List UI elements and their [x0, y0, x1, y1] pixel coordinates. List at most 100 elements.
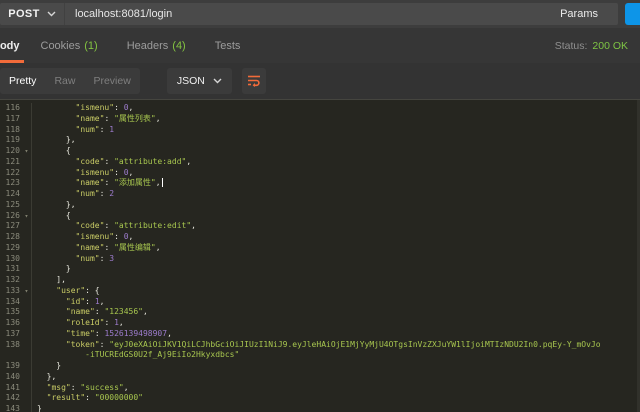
fold-gutter — [22, 221, 31, 232]
token-ws — [37, 329, 66, 338]
code-line: 123 "name": "添加属性", — [0, 178, 640, 189]
tab-raw[interactable]: Raw — [45, 68, 84, 94]
token-ws — [37, 243, 76, 252]
token-key: "name" — [66, 307, 95, 316]
token-pun: }, — [47, 372, 57, 381]
code-line: 128 "ismenu": 0, — [0, 232, 640, 243]
line-number: 139 — [0, 361, 22, 372]
params-button[interactable]: Params — [540, 8, 618, 20]
token-pun: ], — [56, 275, 66, 284]
token-ws — [37, 275, 56, 284]
line-number: 126 — [0, 211, 22, 222]
token-pun: , — [167, 329, 172, 338]
fold-gutter — [22, 157, 31, 168]
url-input[interactable]: localhost:8081/login — [65, 8, 540, 20]
code-line: 139 } — [0, 361, 640, 372]
fold-gutter — [22, 329, 31, 340]
fold-gutter — [22, 318, 31, 329]
text-cursor — [162, 178, 163, 187]
tab-cookies[interactable]: Cookies (1) — [41, 28, 98, 63]
token-key: "name" — [76, 114, 105, 123]
language-label: JSON — [177, 75, 205, 87]
token-pun: : — [95, 329, 105, 338]
fold-gutter — [22, 189, 31, 200]
language-select[interactable]: JSON — [167, 68, 232, 94]
fold-gutter — [22, 114, 31, 125]
fold-gutter — [22, 125, 31, 136]
code-line: 125 }, — [0, 200, 640, 211]
token-ws — [37, 264, 66, 273]
token-key: "id" — [66, 297, 85, 306]
line-number: 136 — [0, 318, 22, 329]
token-str: "00000000" — [95, 393, 143, 402]
token-key: "msg" — [47, 383, 71, 392]
code-line: -iTUCREdGS0U2f_Aj9EiIo2Hkyxdbcs" — [0, 350, 640, 361]
fold-toggle-icon[interactable]: ▾ — [22, 146, 31, 157]
method-select[interactable]: POST — [0, 3, 65, 25]
line-number: 140 — [0, 372, 22, 383]
fold-gutter — [22, 393, 31, 404]
body-view-bar: Pretty Raw Preview JSON — [0, 63, 640, 99]
token-key: "user" — [56, 286, 85, 295]
line-number: 142 — [0, 393, 22, 404]
line-number: 117 — [0, 114, 22, 125]
code-line: 118 "num": 1 — [0, 125, 640, 136]
token-ws — [37, 350, 85, 359]
token-pun: : — [114, 168, 124, 177]
token-pun: , — [186, 157, 191, 166]
token-key: "name" — [76, 178, 105, 187]
token-ws — [37, 114, 76, 123]
chevron-down-icon — [47, 11, 56, 17]
tab-headers[interactable]: Headers (4) — [127, 28, 186, 63]
wrap-lines-button[interactable] — [242, 68, 266, 94]
code-text: "result": "00000000" — [31, 393, 640, 404]
token-pun: , — [143, 307, 148, 316]
postman-window: POST localhost:8081/login Params Body Co… — [0, 0, 640, 412]
code-text: "token": "eyJ0eXAiOiJKV1QiLCJhbGciOiJIUz… — [31, 340, 640, 351]
code-line: 119 }, — [0, 135, 640, 146]
line-number: 135 — [0, 307, 22, 318]
token-num: 2 — [109, 189, 114, 198]
code-text: "ismenu": 0, — [31, 103, 640, 114]
token-ws — [37, 221, 76, 230]
send-button[interactable] — [625, 3, 640, 25]
tab-body[interactable]: Body — [0, 28, 20, 63]
code-editor[interactable]: 116 "ismenu": 0,117 "name": "属性列表",118 "… — [0, 99, 640, 412]
tab-preview[interactable]: Preview — [84, 68, 139, 94]
fold-gutter — [22, 178, 31, 189]
fold-gutter — [22, 264, 31, 275]
token-pun: : { — [85, 286, 99, 295]
headers-count-badge: (4) — [172, 40, 185, 52]
token-ws — [37, 318, 66, 327]
token-pun: } — [37, 404, 42, 412]
token-ws — [37, 254, 76, 263]
token-str: "属性列表" — [114, 114, 156, 123]
token-pun: : — [71, 383, 81, 392]
token-str: -iTUCREdGS0U2f_Aj9EiIo2Hkyxdbcs" — [85, 350, 239, 359]
token-pun: , — [129, 232, 134, 241]
code-line: 142 "result": "00000000" — [0, 393, 640, 404]
token-pun: , — [124, 383, 129, 392]
code-text: ], — [31, 275, 640, 286]
line-number: 121 — [0, 157, 22, 168]
status-value: 200 OK — [592, 40, 628, 52]
token-key: "time" — [66, 329, 95, 338]
fold-toggle-icon[interactable]: ▾ — [22, 211, 31, 222]
fold-gutter — [22, 372, 31, 383]
code-line: 140 }, — [0, 372, 640, 383]
token-pun: , — [156, 178, 161, 187]
token-ws — [37, 393, 47, 402]
line-number: 141 — [0, 383, 22, 394]
code-line: 129 "name": "属性编辑", — [0, 243, 640, 254]
tab-tests[interactable]: Tests — [215, 28, 241, 63]
token-key: "code" — [76, 157, 105, 166]
token-num: 1526139498907 — [104, 329, 167, 338]
tab-pretty[interactable]: Pretty — [0, 68, 45, 94]
code-text: "num": 1 — [31, 125, 640, 136]
fold-gutter — [22, 200, 31, 211]
token-key: "num" — [76, 189, 100, 198]
fold-gutter — [22, 168, 31, 179]
token-ws — [37, 340, 66, 349]
fold-toggle-icon[interactable]: ▾ — [22, 286, 31, 297]
code-line: 134 "id": 1, — [0, 297, 640, 308]
